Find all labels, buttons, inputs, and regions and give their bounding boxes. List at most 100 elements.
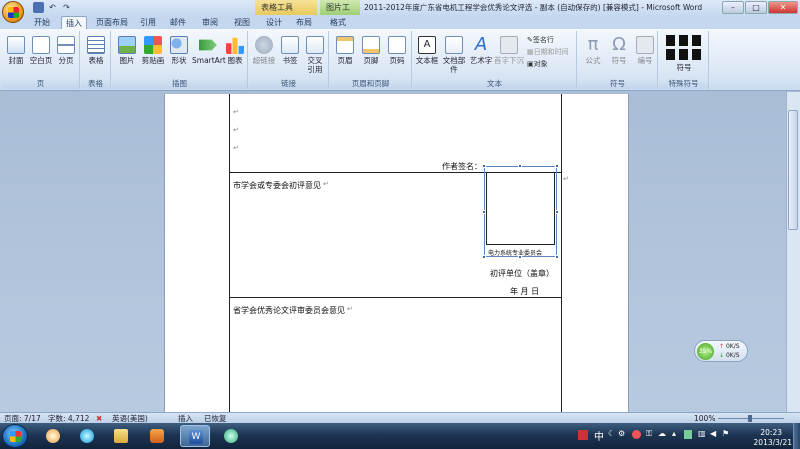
upload-arrow-icon: ↑ [719, 343, 725, 350]
resize-handle[interactable] [482, 210, 486, 214]
page-break-button[interactable]: 分页 [54, 36, 78, 65]
tab-review[interactable]: 审阅 [198, 16, 222, 29]
object-icon: ▣ [527, 60, 534, 68]
taskbar-app-media[interactable] [142, 425, 172, 447]
tray-app-icon[interactable] [578, 430, 588, 440]
minimize-button[interactable]: – [722, 1, 744, 14]
network-icon[interactable]: ▥ [698, 429, 706, 438]
tab-layout[interactable]: 布局 [292, 16, 316, 29]
signature-line-button[interactable]: ✎签名行 [527, 35, 554, 45]
chart-button[interactable]: 图表 [224, 36, 246, 65]
group-label-symbols: 符号 [578, 79, 657, 89]
date-time-button[interactable]: ▦日期和时间 [527, 47, 569, 57]
tab-insert[interactable]: 插入 [61, 16, 87, 29]
date-row: 年 月 日 [510, 287, 540, 296]
cross-reference-icon [306, 36, 324, 54]
tray-settings-icon[interactable]: ⚙ [618, 429, 625, 438]
taskbar-app-butterfly[interactable] [38, 425, 68, 447]
shapes-button[interactable]: 形状 [167, 36, 191, 65]
office-button[interactable] [2, 1, 24, 23]
save-icon[interactable] [33, 2, 44, 13]
picture-button[interactable]: 图片 [115, 36, 139, 65]
resize-handle[interactable] [518, 164, 522, 168]
butterfly-icon [46, 429, 60, 443]
bookmark-button[interactable]: 书签 [278, 36, 302, 65]
taskbar-app-network[interactable] [216, 425, 246, 447]
window-controls: – □ ✕ [722, 1, 798, 14]
cover-page-button[interactable]: 封面 [4, 36, 28, 65]
blank-page-button[interactable]: 空白页 [29, 36, 53, 65]
equation-button[interactable]: π 公式 [581, 36, 605, 66]
word-icon: W [189, 430, 203, 444]
numbering-icon [636, 36, 654, 54]
tab-format[interactable]: 格式 [326, 16, 350, 29]
clip-art-icon [144, 36, 162, 54]
tab-page-layout[interactable]: 页面布局 [93, 16, 131, 29]
group-label-pages: 页 [2, 79, 79, 89]
clip-art-button[interactable]: 剪贴画 [140, 36, 166, 65]
special-symbol-button[interactable]: 符号 [663, 35, 705, 72]
maximize-button[interactable]: □ [745, 1, 767, 14]
tray-cloud-icon[interactable]: ☁ [658, 429, 666, 438]
clock-time[interactable]: 20:23 [760, 428, 782, 437]
header-button[interactable]: 页眉 [333, 36, 357, 65]
page-number-button[interactable]: 页码 [385, 36, 409, 65]
undo-icon[interactable]: ↶ [47, 2, 58, 13]
table-button[interactable]: 表格 [84, 36, 108, 65]
resize-handle[interactable] [555, 255, 559, 259]
group-label-illustrations: 插图 [112, 79, 247, 89]
quick-parts-button[interactable]: 文档部件 [440, 36, 468, 74]
windows-logo-icon [10, 431, 21, 442]
scrollbar-thumb[interactable] [788, 110, 798, 230]
resize-handle[interactable] [555, 210, 559, 214]
smartart-button[interactable]: SmartArt [192, 36, 226, 65]
seal-image[interactable] [486, 172, 555, 245]
tab-design[interactable]: 设计 [262, 16, 286, 29]
document-page[interactable] [164, 94, 629, 414]
start-button[interactable] [2, 424, 28, 448]
hyperlink-button[interactable]: 超链接 [251, 36, 277, 65]
wordart-icon: A [474, 34, 488, 55]
text-box-button[interactable]: A 文本框 [415, 36, 439, 65]
volume-icon[interactable]: ◀ [710, 429, 716, 438]
resize-handle[interactable] [482, 255, 486, 259]
tray-key-icon[interactable]: ⚿ [646, 429, 652, 439]
zoom-slider-thumb[interactable] [748, 415, 752, 422]
show-desktop-button[interactable] [793, 423, 800, 449]
omega-icon: Ω [612, 34, 626, 55]
clock-date[interactable]: 2013/3/21 [754, 438, 792, 447]
numbering-button[interactable]: 编号 [633, 36, 657, 65]
object-button[interactable]: ▣对象 [527, 59, 548, 69]
taskbar-app-word[interactable]: W [180, 425, 210, 447]
table-icon [87, 36, 105, 54]
taskbar-app-ie[interactable] [72, 425, 102, 447]
office-logo-icon [8, 7, 19, 18]
footer-button[interactable]: 页脚 [359, 36, 383, 65]
tray-red-icon[interactable] [632, 430, 641, 439]
redo-icon[interactable]: ↷ [61, 2, 72, 13]
review-unit-label: 初评单位（盖章） [490, 269, 554, 278]
tray-moon-icon[interactable]: ☾ [608, 429, 615, 438]
taskbar-app-explorer[interactable] [106, 425, 136, 447]
page-break-icon [57, 36, 75, 54]
symbol-button[interactable]: Ω 符号 [607, 34, 631, 66]
close-button[interactable]: ✕ [768, 1, 798, 14]
network-speed-widget[interactable]: 35% ↑ 0K/S ↓ 0K/S [694, 340, 748, 362]
tab-mailings[interactable]: 邮件 [166, 16, 190, 29]
group-label-text: 文本 [413, 79, 576, 89]
context-tab-table-tools: 表格工具 [255, 0, 317, 15]
resize-handle[interactable] [482, 164, 486, 168]
ime-indicator[interactable]: 中 [594, 428, 604, 443]
resize-handle[interactable] [518, 255, 522, 259]
wordart-button[interactable]: A 艺术字 [469, 34, 493, 66]
resize-handle[interactable] [555, 164, 559, 168]
upload-speed: ↑ 0K/S [719, 343, 740, 350]
cross-reference-button[interactable]: 交叉引用 [303, 36, 327, 74]
drop-cap-button[interactable]: 首字下沉 [494, 36, 524, 65]
tab-home[interactable]: 开始 [30, 16, 54, 29]
tab-view[interactable]: 视图 [230, 16, 254, 29]
tab-references[interactable]: 引用 [136, 16, 160, 29]
tray-arrow-icon[interactable]: ▴ [672, 429, 676, 438]
flag-icon[interactable]: ⚑ [722, 429, 729, 438]
battery-icon[interactable] [684, 430, 692, 439]
